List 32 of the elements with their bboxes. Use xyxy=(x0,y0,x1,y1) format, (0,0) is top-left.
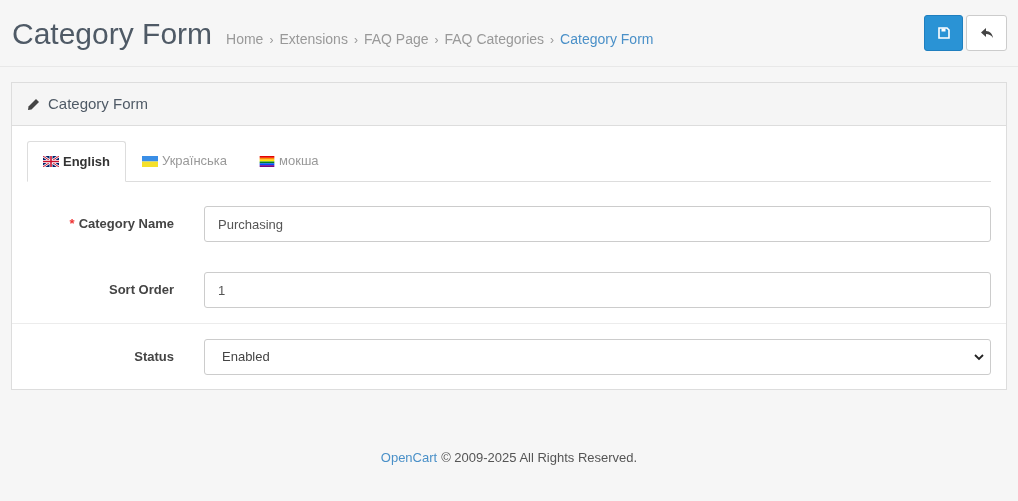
required-mark: * xyxy=(69,215,75,234)
text-field[interactable]: Purchasing xyxy=(204,206,991,242)
copyright-text: © 2009-2025 All Rights Reserved. xyxy=(441,449,638,467)
back-button[interactable] xyxy=(966,15,1007,51)
breadcrumb-link[interactable]: Home xyxy=(226,28,264,50)
opencart-link[interactable]: OpenCart xyxy=(380,448,438,468)
breadcrumb-link[interactable]: Extensions xyxy=(279,28,348,50)
breadcrumb-link[interactable]: FAQ Categories xyxy=(444,28,545,50)
flag-icon xyxy=(259,155,276,167)
breadcrumb-link[interactable]: FAQ Page xyxy=(363,28,429,50)
flag-icon xyxy=(141,155,158,167)
chevron-down-icon xyxy=(974,353,984,361)
language-tab[interactable]: мокша xyxy=(243,141,335,181)
flag-icon xyxy=(43,156,59,167)
breadcrumb-separator: › xyxy=(433,31,440,49)
status-select[interactable]: Enabled xyxy=(204,339,991,375)
field-label: Status xyxy=(134,348,174,367)
language-tab[interactable]: English xyxy=(27,141,126,182)
save-icon xyxy=(937,27,950,39)
text-field[interactable]: 1 xyxy=(204,272,991,308)
save-button[interactable] xyxy=(924,15,963,51)
reply-icon xyxy=(979,27,994,39)
breadcrumb-separator: › xyxy=(549,31,556,49)
language-tab[interactable]: Українська xyxy=(125,141,244,181)
card-title: Category Form xyxy=(48,93,149,114)
breadcrumb-separator: › xyxy=(268,31,275,49)
page-title: Category Form xyxy=(12,15,213,52)
field-label: Sort Order xyxy=(109,281,174,300)
field-label: Category Name xyxy=(78,215,174,234)
pencil-icon xyxy=(27,97,40,111)
breadcrumb-link[interactable]: Category Form xyxy=(560,28,654,50)
breadcrumb-separator: › xyxy=(352,31,359,49)
